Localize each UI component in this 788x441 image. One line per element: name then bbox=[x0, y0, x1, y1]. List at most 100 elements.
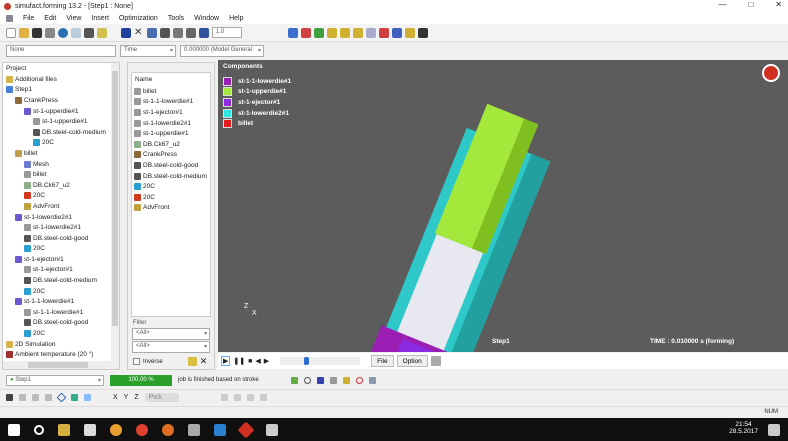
tree-item[interactable]: st-1-1-lowerdie#1 bbox=[6, 307, 119, 318]
timeline-slider[interactable] bbox=[280, 357, 361, 365]
name-combo[interactable]: None bbox=[6, 44, 116, 57]
notifications-icon[interactable] bbox=[768, 424, 780, 436]
explorer-icon[interactable] bbox=[58, 423, 70, 436]
library-item[interactable]: billet bbox=[134, 86, 210, 97]
tree-item[interactable]: Additional files bbox=[6, 74, 119, 85]
shape-icon[interactable] bbox=[327, 27, 337, 38]
menu-window[interactable]: Window bbox=[194, 15, 219, 22]
tree-item[interactable]: st-1-lowerdie2#1 bbox=[6, 222, 119, 233]
library-item[interactable]: AdvFront bbox=[134, 203, 210, 214]
screen-icon[interactable] bbox=[84, 27, 94, 38]
node-icon[interactable] bbox=[56, 392, 67, 403]
print-icon[interactable] bbox=[45, 27, 55, 38]
library-item[interactable]: CrankPress bbox=[134, 150, 210, 161]
document-taskbar-icon[interactable] bbox=[266, 423, 278, 436]
app-icon[interactable] bbox=[110, 423, 122, 436]
brush-icon[interactable] bbox=[342, 376, 350, 384]
record-icon[interactable] bbox=[430, 356, 441, 366]
tree-item[interactable]: 20C bbox=[6, 286, 119, 297]
circle-icon[interactable] bbox=[303, 376, 311, 384]
library-item[interactable]: DB.steel-cold-medium bbox=[134, 171, 210, 182]
folder-icon[interactable] bbox=[147, 27, 157, 38]
vertical-scrollbar[interactable] bbox=[111, 63, 119, 363]
probe-icon[interactable] bbox=[329, 376, 337, 384]
tool-icon[interactable] bbox=[97, 27, 107, 38]
library-item[interactable]: 20C bbox=[134, 192, 210, 203]
library-item[interactable]: st-1-upperdie#1 bbox=[134, 128, 210, 139]
shape3-icon[interactable] bbox=[353, 27, 363, 38]
shape2-icon[interactable] bbox=[340, 27, 350, 38]
gear-icon[interactable] bbox=[290, 376, 298, 384]
chart2-icon[interactable] bbox=[233, 394, 241, 401]
zoom-value-input[interactable]: 1.0 bbox=[212, 27, 242, 38]
percent-icon[interactable] bbox=[368, 376, 376, 384]
pin-icon[interactable] bbox=[379, 27, 389, 38]
tree-item[interactable]: DB.steel-cold-good bbox=[6, 318, 119, 329]
mesh-icon[interactable] bbox=[314, 27, 324, 38]
file-button[interactable]: File bbox=[371, 355, 394, 367]
library-item[interactable]: DB.Ck67_u2 bbox=[134, 139, 210, 150]
tree-item[interactable]: st-1-ejector#1 bbox=[6, 254, 119, 265]
binocular-icon[interactable] bbox=[6, 394, 13, 401]
filter-icon[interactable] bbox=[301, 27, 311, 38]
point-icon[interactable] bbox=[71, 394, 78, 401]
chrome-icon[interactable] bbox=[136, 423, 148, 436]
play-icon[interactable] bbox=[405, 27, 415, 38]
tree-item[interactable]: DB.Ck67_u2 bbox=[6, 180, 119, 191]
store-icon[interactable] bbox=[84, 423, 96, 436]
inverse-checkbox[interactable] bbox=[133, 358, 140, 365]
menu-help[interactable]: Help bbox=[229, 15, 243, 22]
menu-edit[interactable]: Edit bbox=[44, 15, 56, 22]
step-back-button[interactable]: ◀ bbox=[255, 357, 260, 365]
close-icon[interactable]: ✕ bbox=[200, 356, 208, 367]
firefox-icon[interactable] bbox=[162, 423, 174, 436]
time-combo[interactable]: 0.000000 (Model General ▾ bbox=[180, 44, 264, 57]
slider-handle[interactable] bbox=[304, 357, 310, 365]
edge-icon[interactable] bbox=[214, 423, 226, 436]
tree-item[interactable]: AdvFront bbox=[6, 201, 119, 212]
menu-tools[interactable]: Tools bbox=[168, 15, 184, 22]
maximize-button[interactable]: □ bbox=[748, 0, 753, 9]
tree-item[interactable]: DB.steel-cold-good bbox=[6, 233, 119, 244]
tree-item[interactable]: st-1-lowerdie2#1 bbox=[6, 212, 119, 223]
chart-icon[interactable] bbox=[199, 27, 209, 38]
tree-item[interactable]: 2D Simulation bbox=[6, 339, 119, 350]
library-item[interactable]: st-1-lowerdie2#1 bbox=[134, 118, 210, 129]
measure-icon[interactable] bbox=[19, 394, 26, 401]
tree-item[interactable]: billet bbox=[6, 169, 119, 180]
tree-item[interactable]: DB.steel-cold-medium bbox=[6, 275, 119, 286]
windows-start-icon[interactable] bbox=[8, 423, 20, 436]
tree-item[interactable]: Step1 bbox=[6, 85, 119, 96]
tree-item[interactable]: DB.steel-cold-medium bbox=[6, 127, 119, 138]
tree-item[interactable]: Ambient temperature (20 °) bbox=[6, 349, 119, 360]
calc-icon[interactable] bbox=[186, 27, 196, 38]
step-combo[interactable]: ● Step1 ▾ bbox=[6, 374, 104, 386]
filter-combo-1[interactable]: <All> ▾ bbox=[132, 328, 210, 340]
library-item[interactable]: DB.steel-cold-good bbox=[134, 160, 210, 171]
globe-icon[interactable] bbox=[58, 27, 68, 38]
pick-button[interactable]: Pick bbox=[144, 393, 179, 402]
type-combo[interactable]: Time ▾ bbox=[120, 44, 176, 57]
stop-icon[interactable] bbox=[418, 27, 428, 38]
tree-item[interactable]: billet bbox=[6, 148, 119, 159]
block-icon[interactable] bbox=[121, 27, 131, 38]
chart4-icon[interactable] bbox=[259, 394, 267, 401]
tree-item[interactable]: st-1-ejector#1 bbox=[6, 265, 119, 276]
result-icon[interactable] bbox=[316, 376, 324, 384]
filter-combo-2[interactable]: <All> ▾ bbox=[132, 341, 210, 353]
open-icon[interactable] bbox=[19, 27, 29, 38]
minimize-button[interactable]: — bbox=[718, 0, 726, 9]
simufact-taskbar-icon[interactable] bbox=[237, 421, 255, 438]
menu-file[interactable]: File bbox=[23, 15, 34, 22]
menu-optimization[interactable]: Optimization bbox=[119, 15, 158, 22]
tree-item[interactable]: 20C bbox=[6, 244, 119, 255]
camera-icon[interactable] bbox=[392, 27, 402, 38]
chart1-icon[interactable] bbox=[220, 394, 228, 401]
tree-item[interactable]: 20C bbox=[6, 191, 119, 202]
tree-item[interactable]: st-1-upperdie#1 bbox=[6, 116, 119, 127]
close-button[interactable]: ✕ bbox=[775, 0, 782, 9]
menu-insert[interactable]: Insert bbox=[91, 15, 109, 22]
library-item[interactable]: 20C bbox=[134, 181, 210, 192]
clock[interactable]: 21:54 28.5.2017 bbox=[729, 421, 758, 435]
menu-view[interactable]: View bbox=[66, 15, 81, 22]
